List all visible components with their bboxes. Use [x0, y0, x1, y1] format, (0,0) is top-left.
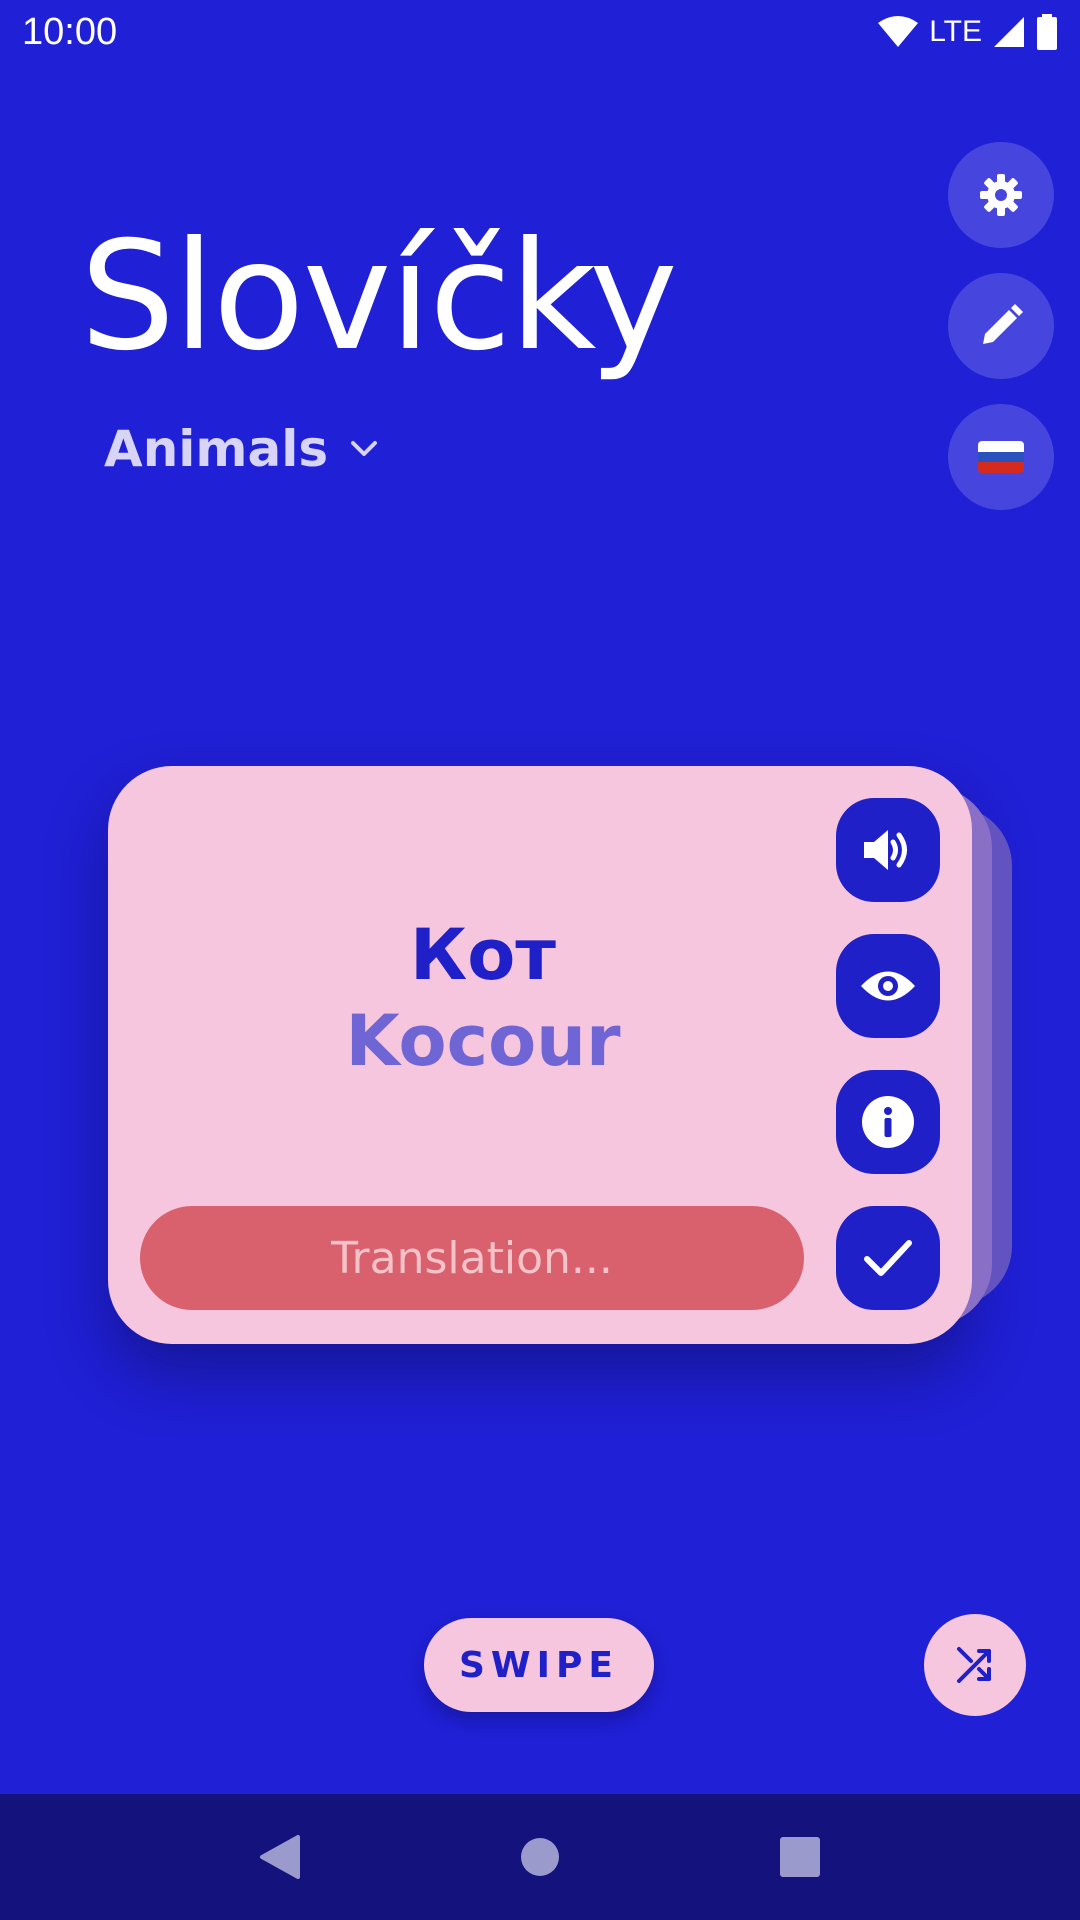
check-icon [864, 1240, 912, 1276]
network-type: LTE [929, 15, 982, 48]
chevron-down-icon [351, 441, 378, 456]
home-button[interactable] [500, 1817, 580, 1897]
language-button[interactable] [948, 404, 1054, 510]
speaker-icon [864, 830, 907, 870]
edit-button[interactable] [948, 273, 1054, 379]
recents-button[interactable] [760, 1817, 840, 1897]
navigation-bar [0, 1794, 1080, 1920]
card-translation: Kocour [345, 1000, 621, 1082]
status-bar: 10:00 LTE [0, 0, 1080, 64]
info-button[interactable] [836, 1070, 940, 1174]
pencil-icon [983, 304, 1023, 344]
category-label: Animals [104, 420, 329, 478]
check-button[interactable] [836, 1206, 940, 1310]
cell-signal-icon [994, 17, 1024, 47]
back-icon [260, 1835, 300, 1879]
russian-flag-icon [978, 441, 1024, 473]
info-icon [862, 1096, 914, 1148]
home-icon [521, 1838, 559, 1876]
category-dropdown[interactable]: Animals [104, 420, 378, 478]
translation-input[interactable] [140, 1206, 804, 1310]
flashcard[interactable]: Кот Kocour [108, 766, 972, 1344]
battery-icon [1037, 14, 1057, 50]
gear-icon [980, 174, 1022, 216]
back-button[interactable] [240, 1817, 320, 1897]
wifi-icon [878, 16, 919, 47]
status-icons: LTE [877, 14, 1058, 50]
settings-button[interactable] [948, 142, 1054, 248]
swipe-button[interactable]: SWIPE [424, 1618, 654, 1712]
shuffle-icon [957, 1647, 991, 1683]
recents-icon [780, 1837, 820, 1877]
status-time: 10:00 [22, 10, 118, 53]
app-title: Slovíčky [80, 210, 678, 384]
card-word: Кот [410, 914, 556, 996]
pronounce-button[interactable] [836, 798, 940, 902]
reveal-button[interactable] [836, 934, 940, 1038]
shuffle-button[interactable] [924, 1614, 1026, 1716]
eye-icon [861, 971, 915, 1001]
